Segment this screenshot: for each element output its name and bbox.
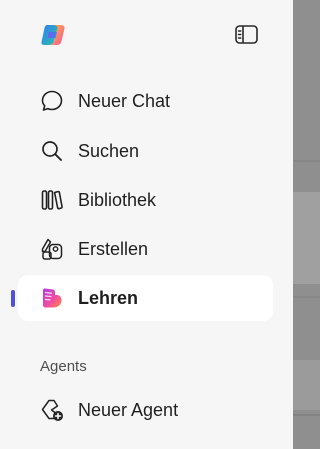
content-block bbox=[293, 192, 320, 284]
content-divider bbox=[293, 414, 320, 416]
content-divider bbox=[293, 160, 320, 162]
content-divider bbox=[293, 296, 320, 298]
new-agent-icon bbox=[40, 398, 64, 422]
new-agent-button[interactable]: Neuer Agent bbox=[18, 387, 273, 433]
teach-icon bbox=[40, 286, 64, 310]
sidebar-item-neuer-chat[interactable]: Neuer Chat bbox=[18, 78, 273, 124]
agents-section-heading: Agents bbox=[40, 358, 87, 375]
dimmed-main-content[interactable] bbox=[293, 0, 320, 449]
copilot-logo-icon[interactable] bbox=[40, 24, 66, 46]
content-block bbox=[293, 360, 320, 410]
collapse-sidebar-button[interactable] bbox=[232, 22, 260, 48]
sidebar-item-lehren[interactable]: Lehren bbox=[18, 275, 273, 321]
sidebar-item-label: Bibliothek bbox=[78, 190, 157, 210]
search-icon bbox=[40, 139, 64, 163]
sidebar-item-label: Neuer Chat bbox=[78, 91, 171, 111]
sidebar-item-label: Suchen bbox=[78, 141, 140, 161]
sidebar: Neuer Chat Suchen Bibliothek Erstellen L… bbox=[0, 0, 293, 449]
sidebar-item-erstellen[interactable]: Erstellen bbox=[18, 226, 273, 272]
sidebar-item-label: Erstellen bbox=[78, 239, 149, 259]
active-item-indicator bbox=[11, 290, 15, 307]
app-window: Neuer Chat Suchen Bibliothek Erstellen L… bbox=[0, 0, 320, 449]
sidebar-toggle-icon bbox=[235, 25, 258, 44]
library-icon bbox=[40, 188, 64, 212]
new-agent-label: Neuer Agent bbox=[78, 400, 179, 420]
create-icon bbox=[40, 237, 64, 261]
chat-bubble-icon bbox=[40, 89, 64, 113]
sidebar-item-suchen[interactable]: Suchen bbox=[18, 128, 273, 174]
sidebar-item-label: Lehren bbox=[78, 288, 139, 308]
sidebar-item-bibliothek[interactable]: Bibliothek bbox=[18, 177, 273, 223]
